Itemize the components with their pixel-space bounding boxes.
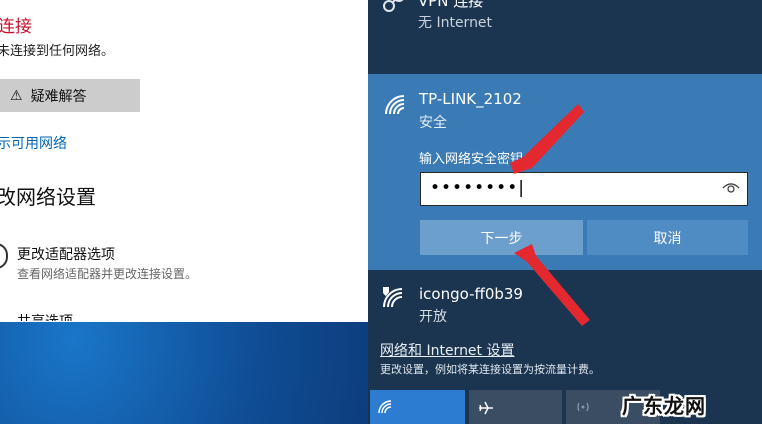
airplane-mode-quick-action[interactable] — [469, 390, 562, 424]
vpn-name: VPN 连接 — [418, 0, 484, 10]
change-adapter-options-desc: 查看网络适配器并更改连接设置。 — [17, 267, 198, 281]
tplink-network-name: TP-LINK_2102 — [419, 90, 522, 108]
vpn-icon — [383, 0, 404, 12]
network-internet-settings-link[interactable]: 网络和 Internet 设置 — [380, 340, 515, 360]
wifi-open-shield-icon — [383, 287, 403, 308]
watermark-logo: 广东龙网 — [622, 393, 706, 418]
network-key-label: 输入网络安全密钥 — [419, 152, 524, 167]
change-network-settings-heading: 改网络设置 — [0, 185, 96, 209]
hotspot-icon — [577, 402, 589, 412]
warning-icon: ⚠ — [10, 87, 23, 104]
connection-status-text: 未连接到任何网络。 — [0, 44, 115, 59]
airplane-icon — [479, 401, 493, 415]
wifi-secured-icon — [385, 95, 405, 115]
show-available-networks-link[interactable]: 示可用网络 — [0, 133, 67, 153]
reveal-password-icon[interactable] — [722, 180, 740, 194]
next-button[interactable]: 下一步 — [420, 220, 583, 255]
troubleshoot-label: 疑难解答 — [30, 88, 87, 105]
network-settings-desc: 更改设置，例如将某连接设置为按流量计费。 — [380, 363, 600, 376]
cancel-button[interactable]: 取消 — [587, 220, 748, 255]
connection-status-title: 连接 — [0, 17, 32, 37]
vpn-status: 无 Internet — [418, 15, 493, 31]
icongo-network-name: icongo-ff0b39 — [419, 285, 523, 303]
tplink-security-status: 安全 — [419, 115, 447, 131]
icongo-network-status: 开放 — [419, 309, 447, 325]
wifi-quick-action[interactable] — [370, 390, 465, 424]
troubleshoot-button[interactable]: ⚠ 疑难解答 — [0, 79, 140, 112]
wifi-icon — [378, 400, 392, 414]
sharing-options-link[interactable]: 共享选项 — [17, 311, 73, 321]
change-adapter-options-link[interactable]: 更改适配器选项 — [17, 244, 115, 264]
network-key-value: ••••••••| — [430, 178, 525, 198]
